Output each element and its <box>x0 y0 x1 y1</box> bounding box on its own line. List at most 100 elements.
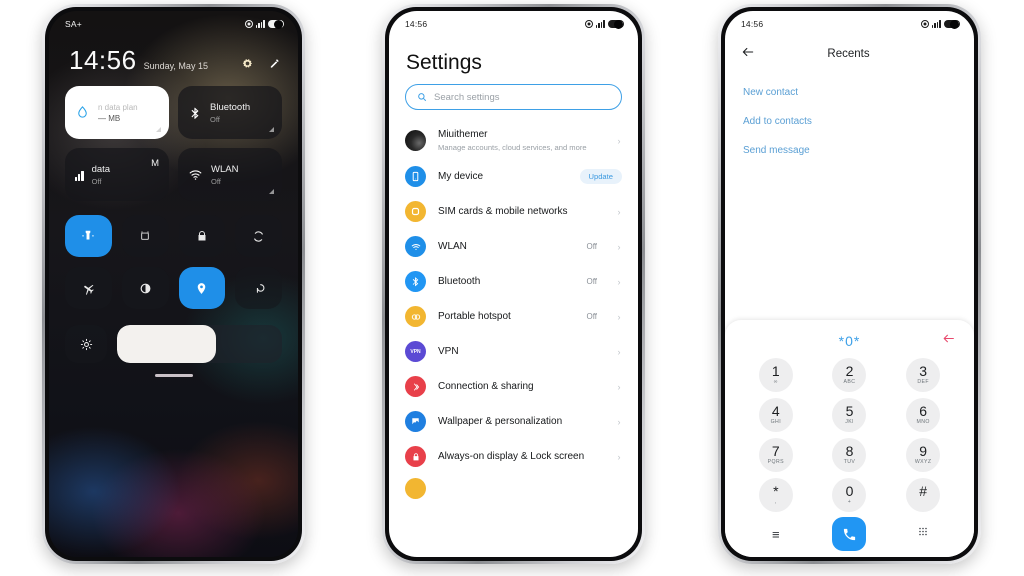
settings-item-partial[interactable] <box>405 474 622 506</box>
key-1[interactable]: 1 ∞ <box>758 358 793 392</box>
settings-item-value: Off <box>586 277 597 287</box>
tile-mobile-data-title: data <box>91 163 111 175</box>
sync-icon <box>254 230 263 242</box>
key-number: 7 <box>771 443 780 459</box>
update-badge[interactable]: Update <box>579 169 622 185</box>
key-2[interactable]: 2 ABC <box>832 358 867 392</box>
tile-bluetooth[interactable]: Bluetooth Off <box>178 86 282 139</box>
dark-mode-icon <box>140 283 151 293</box>
settings-gear-icon[interactable] <box>242 58 253 69</box>
search-placeholder: Search settings <box>434 91 500 103</box>
settings-item-sim-cards[interactable]: SIM cards & mobile networks › <box>405 194 622 229</box>
tile-mobile-data[interactable]: data Off M <box>65 148 169 201</box>
key-8[interactable]: 8 TUV <box>832 438 867 472</box>
key-letters: ABC <box>843 379 856 385</box>
brightness-slider-fill <box>117 325 216 363</box>
keypad-icon[interactable] <box>917 525 929 543</box>
location-icon <box>920 20 929 28</box>
key-number: 8 <box>845 443 854 459</box>
key-hash[interactable]: # <box>906 478 941 512</box>
chevron-right-icon: › <box>617 241 621 252</box>
settings-item-wlan[interactable]: WLAN Off › <box>405 229 622 264</box>
key-number: 0 <box>845 483 854 499</box>
key-star[interactable]: *, <box>758 478 793 512</box>
alarm-icon <box>141 231 150 240</box>
call-button[interactable] <box>832 517 867 551</box>
settings-item-lock-screen[interactable]: Always-on display & Lock screen › <box>405 439 622 474</box>
key-number: 9 <box>919 443 928 459</box>
key-4[interactable]: 4 GHI <box>758 398 793 432</box>
key-3[interactable]: 3 DEF <box>906 358 941 392</box>
sync-toggle[interactable] <box>235 215 282 257</box>
phone2-status-bar: 14:56 <box>389 11 638 37</box>
chevron-right-icon: › <box>617 311 621 322</box>
settings-item-wallpaper[interactable]: Wallpaper & personalization › <box>405 404 622 439</box>
key-5[interactable]: 5 JKl <box>832 398 867 432</box>
settings-item-texts: WLAN <box>438 241 574 254</box>
tile-expand-corner[interactable] <box>269 189 274 194</box>
phone3-screen: 14:56 Recents New contact Add to contact… <box>725 11 974 557</box>
tile-wlan-texts: WLAN Off <box>211 164 238 186</box>
brightness-slider[interactable] <box>117 325 282 363</box>
clock-time: 14:56 <box>69 45 137 75</box>
backspace-arrow-icon[interactable] <box>941 332 956 350</box>
status-time: 14:56 <box>741 19 764 29</box>
flashlight-toggle[interactable] <box>65 215 112 257</box>
brightness-button[interactable] <box>65 325 107 363</box>
key-number: # <box>919 483 928 499</box>
tile-wlan[interactable]: WLAN Off <box>178 148 282 201</box>
settings-item-label: Connection & sharing <box>438 380 534 392</box>
key-letters: WXYZ <box>914 459 932 465</box>
edit-pencil-icon[interactable] <box>269 58 280 69</box>
key-0[interactable]: 0 + <box>832 478 867 512</box>
settings-item-bluetooth[interactable]: Bluetooth Off › <box>405 264 622 299</box>
tile-expand-corner[interactable] <box>156 127 161 132</box>
quick-tiles-row-2: data Off M WLAN Off <box>49 139 298 201</box>
recents-app: 14:56 Recents New contact Add to contact… <box>725 11 974 557</box>
settings-item-texts: Wallpaper & personalization <box>438 416 604 429</box>
chevron-right-icon: › <box>617 346 621 357</box>
search-icon <box>418 93 427 102</box>
back-arrow-icon[interactable] <box>741 45 755 64</box>
menu-icon[interactable]: ≡ <box>772 527 780 542</box>
signal-bars-icon <box>75 169 84 181</box>
settings-item-texts: SIM cards & mobile networks <box>438 206 604 219</box>
dark-mode-toggle[interactable] <box>121 267 169 309</box>
airplane-toggle[interactable] <box>65 267 112 309</box>
page-title: Recents <box>827 48 870 60</box>
key-6[interactable]: 6 MNO <box>906 398 941 432</box>
front-camera <box>274 20 283 29</box>
tile-wlan-value: Off <box>211 176 221 186</box>
key-9[interactable]: 9 WXYZ <box>906 438 941 472</box>
tile-data-plan[interactable]: n data plan — MB <box>65 86 169 139</box>
action-add-to-contacts[interactable]: Add to contacts <box>743 108 956 137</box>
search-input[interactable]: Search settings <box>405 84 622 110</box>
location-toggle[interactable] <box>178 267 226 309</box>
cast-toggle[interactable] <box>235 267 282 309</box>
tile-bluetooth-value: Off <box>210 114 220 124</box>
key-number: 6 <box>919 403 928 419</box>
key-letters: GHI <box>770 419 782 425</box>
chevron-right-icon: › <box>617 451 621 462</box>
settings-item-my-device[interactable]: My device Update <box>405 159 622 194</box>
settings-item-account[interactable]: Miuithemer Manage accounts, cloud servic… <box>405 122 622 159</box>
key-7[interactable]: 7 PQRS <box>758 438 793 472</box>
home-indicator[interactable] <box>154 374 193 377</box>
settings-content: Settings Search settings Miuithemer Mana… <box>389 37 638 506</box>
dialed-number[interactable]: *0* <box>839 333 861 349</box>
key-letters: PQRS <box>767 459 784 465</box>
action-send-message[interactable]: Send message <box>743 137 956 166</box>
settings-item-hotspot[interactable]: Portable hotspot Off › <box>405 299 622 334</box>
settings-item-label: Portable hotspot <box>438 310 511 322</box>
brightness-row <box>49 309 298 363</box>
settings-item-desc: Manage accounts, cloud services, and mor… <box>438 142 587 152</box>
settings-item-connection-sharing[interactable]: Connection & sharing › <box>405 369 622 404</box>
alarm-toggle[interactable] <box>121 215 169 257</box>
settings-item-vpn[interactable]: VPN VPN › <box>405 334 622 369</box>
settings-item-label: SIM cards & mobile networks <box>438 205 568 217</box>
brightness-icon <box>80 338 92 350</box>
action-new-contact[interactable]: New contact <box>743 79 956 108</box>
lock-toggle[interactable] <box>178 215 226 257</box>
key-number: 5 <box>845 403 854 419</box>
tile-expand-corner[interactable] <box>269 127 274 132</box>
